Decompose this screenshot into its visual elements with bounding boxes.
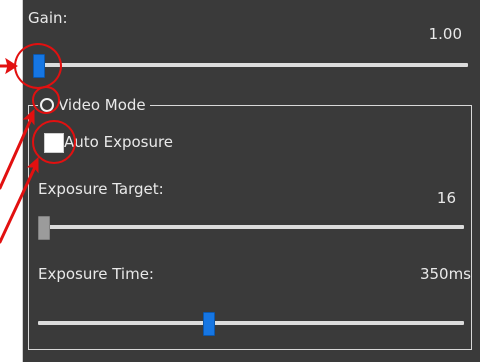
gain-arrow-head-icon [5, 57, 18, 75]
video-mode-arrow-line [0, 117, 33, 190]
annotation-arrows [0, 57, 39, 244]
